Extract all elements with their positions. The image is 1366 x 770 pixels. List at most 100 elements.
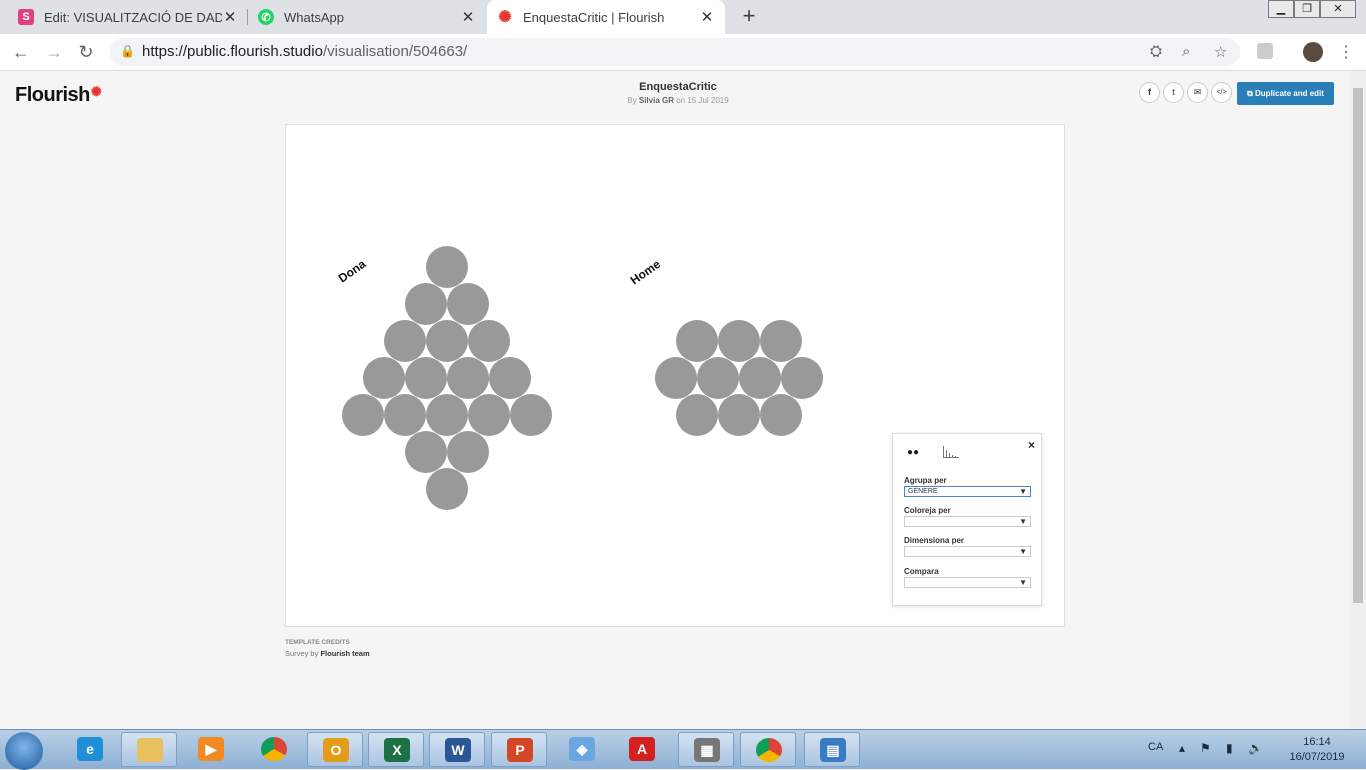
translate-icon[interactable]: ⛭ <box>1150 43 1162 60</box>
histogram-view-icon[interactable] <box>943 446 959 458</box>
response-dot[interactable] <box>426 468 468 510</box>
scrollbar-thumb[interactable] <box>1353 88 1363 603</box>
taskbar-chrome-active[interactable] <box>740 732 796 767</box>
dots-view-icon[interactable]: ●● <box>907 447 919 458</box>
response-dot[interactable] <box>718 320 760 362</box>
tab-strip: S Edit: VISUALITZACIÓ DE DADES. ✕ ✆ What… <box>0 0 1366 34</box>
size-by-select[interactable]: ▼ <box>904 546 1031 557</box>
folder-icon <box>137 738 163 762</box>
response-dot[interactable] <box>760 394 802 436</box>
flag-icon[interactable]: ⚑ <box>1200 741 1211 755</box>
response-dot[interactable] <box>405 357 447 399</box>
new-tab-button[interactable]: + <box>738 5 760 27</box>
group-by-select[interactable]: GÈNERE ▼ <box>904 486 1031 497</box>
chevron-down-icon: ▼ <box>1019 517 1027 526</box>
url-path: /visualisation/504663/ <box>322 43 468 60</box>
reload-icon[interactable]: ↻ <box>74 40 98 64</box>
response-dot[interactable] <box>781 357 823 399</box>
network-icon: ◈ <box>569 737 595 761</box>
taskbar-powerpoint[interactable]: P <box>491 732 547 767</box>
acrobat-icon: A <box>629 737 655 761</box>
taskbar-excel[interactable]: X <box>368 732 424 767</box>
response-dot[interactable] <box>468 394 510 436</box>
embed-button[interactable]: </> <box>1211 82 1232 103</box>
star-icon[interactable]: ☆ <box>1214 43 1227 61</box>
response-dot[interactable] <box>510 394 552 436</box>
zoom-icon[interactable]: ⌕ <box>1182 43 1190 60</box>
tab-title: Edit: VISUALITZACIÓ DE DADES. <box>44 9 222 25</box>
chevron-down-icon: ▼ <box>1019 487 1027 496</box>
close-tab-icon[interactable]: ✕ <box>460 8 476 26</box>
forward-arrow-icon[interactable]: → <box>42 40 66 64</box>
response-dot[interactable] <box>676 394 718 436</box>
author-link[interactable]: Silvia GR <box>639 96 674 105</box>
response-dot[interactable] <box>426 394 468 436</box>
response-dot[interactable] <box>447 283 489 325</box>
response-dot[interactable] <box>468 320 510 362</box>
close-tab-icon[interactable]: ✕ <box>699 8 715 26</box>
response-dot[interactable] <box>655 357 697 399</box>
back-arrow-icon[interactable]: ← <box>9 40 33 64</box>
response-dot[interactable] <box>363 357 405 399</box>
response-dot[interactable] <box>342 394 384 436</box>
facebook-share-button[interactable]: f <box>1139 82 1160 103</box>
email-share-button[interactable]: ✉ <box>1187 82 1208 103</box>
taskbar-archive[interactable]: ▦ <box>678 732 734 767</box>
credits-author-link[interactable]: Flourish team <box>320 649 369 658</box>
system-clock[interactable]: 16:14 16/07/2019 <box>1277 735 1357 765</box>
response-dot[interactable] <box>676 320 718 362</box>
show-hidden-icons-icon[interactable]: ▴ <box>1179 741 1185 755</box>
taskbar-control-panel[interactable]: ▤ <box>804 732 860 767</box>
taskbar-chrome[interactable] <box>246 732 302 767</box>
duplicate-and-edit-button[interactable]: ⧉ Duplicate and edit <box>1237 82 1334 105</box>
response-dot[interactable] <box>426 246 468 288</box>
taskbar-internet-explorer[interactable]: e <box>62 732 118 767</box>
url-input[interactable]: 🔒 https://public.flourish.studio/visuali… <box>110 38 1240 66</box>
color-by-select[interactable]: ▼ <box>904 516 1031 527</box>
response-dot[interactable] <box>447 357 489 399</box>
taskbar-file-explorer[interactable] <box>121 732 177 767</box>
tab-edit[interactable]: S Edit: VISUALITZACIÓ DE DADES. ✕ <box>8 0 248 34</box>
avatar[interactable] <box>1303 42 1323 62</box>
group-label: Dona <box>336 257 369 286</box>
url-host: https://public.flourish.studio <box>142 43 323 60</box>
response-dot[interactable] <box>384 320 426 362</box>
restore-icon[interactable]: ❐ <box>1294 0 1320 18</box>
response-dot[interactable] <box>447 431 489 473</box>
input-language[interactable]: CA <box>1148 741 1163 753</box>
response-dot[interactable] <box>760 320 802 362</box>
response-dot[interactable] <box>718 394 760 436</box>
chrome-icon <box>261 737 287 761</box>
windows-start-button[interactable] <box>5 732 43 770</box>
response-dot[interactable] <box>426 320 468 362</box>
taskbar-network[interactable]: ◈ <box>554 732 610 767</box>
close-window-icon[interactable]: ✕ <box>1320 0 1356 18</box>
battery-icon[interactable]: ▮ <box>1226 741 1233 755</box>
page-scrollbar[interactable] <box>1350 71 1366 729</box>
taskbar-word[interactable]: W <box>429 732 485 767</box>
close-panel-icon[interactable]: × <box>1028 438 1035 452</box>
taskbar-acrobat[interactable]: A <box>614 732 670 767</box>
control-panel-icon: ▤ <box>820 738 846 762</box>
response-dot[interactable] <box>384 394 426 436</box>
volume-muted-icon[interactable]: 🔈 <box>1248 741 1263 755</box>
taskbar-outlook[interactable]: O <box>307 732 363 767</box>
minimize-icon[interactable]: ▁ <box>1268 0 1294 18</box>
response-dot[interactable] <box>405 431 447 473</box>
twitter-share-button[interactable]: t <box>1163 82 1184 103</box>
response-dot[interactable] <box>489 357 531 399</box>
visualisation-card: Dona Home × ●● Agrupa per GÈNERE ▼ Colorej… <box>285 124 1065 627</box>
compare-select[interactable]: ▼ <box>904 577 1031 588</box>
close-tab-icon[interactable]: ✕ <box>222 8 238 26</box>
tab-whatsapp[interactable]: ✆ WhatsApp ✕ <box>248 0 486 34</box>
archive-icon: ▦ <box>694 738 720 762</box>
response-dot[interactable] <box>739 357 781 399</box>
template-credits-heading: TEMPLATE CREDITS <box>285 639 350 646</box>
tab-flourish[interactable]: ✺ EnquestaCritic | Flourish ✕ <box>487 0 725 34</box>
taskbar-media-player[interactable]: ▶ <box>183 732 239 767</box>
response-dot[interactable] <box>405 283 447 325</box>
response-dot[interactable] <box>697 357 739 399</box>
more-menu-icon[interactable]: ⋮ <box>1338 42 1354 62</box>
group-label: Home <box>628 257 664 288</box>
extension-icon[interactable] <box>1257 43 1273 59</box>
